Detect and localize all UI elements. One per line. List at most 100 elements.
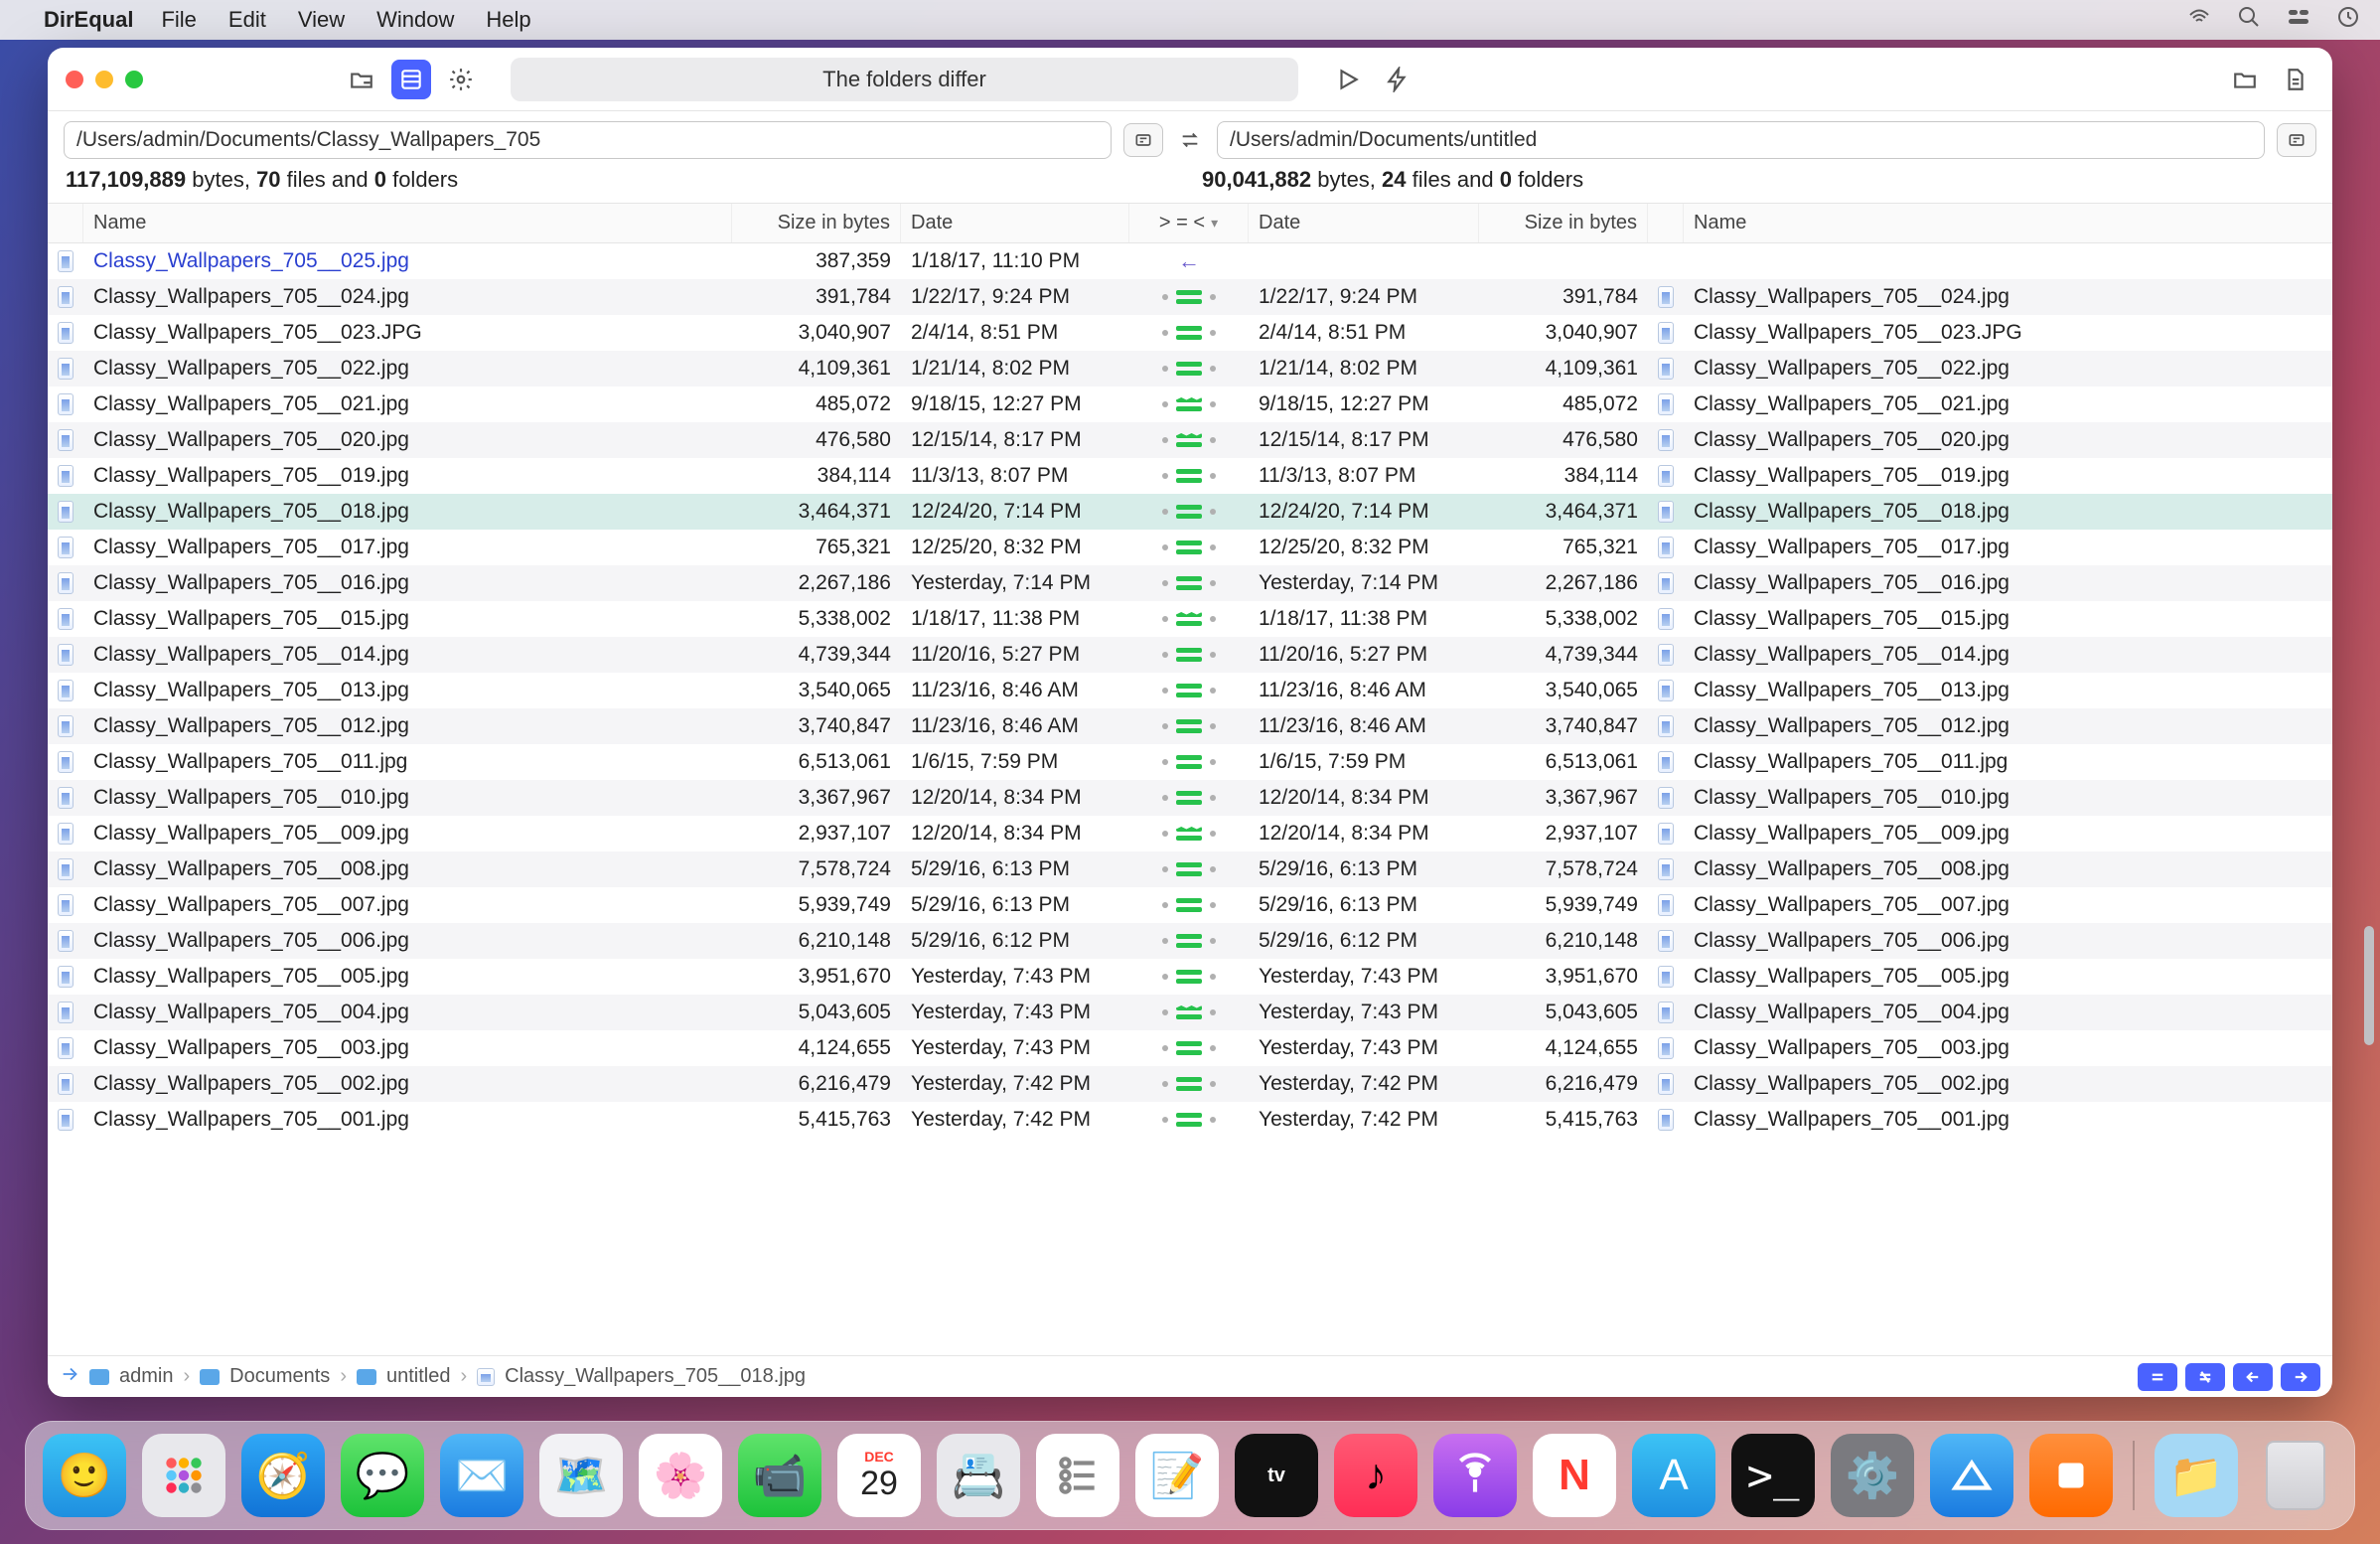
dock-app-2[interactable] [2029, 1434, 2113, 1517]
table-row[interactable]: Classy_Wallpapers_705__009.jpg2,937,1071… [48, 816, 2332, 851]
right-date: 12/20/14, 8:34 PM [1259, 786, 1429, 810]
swap-paths-button[interactable] [1175, 129, 1205, 151]
table-row[interactable]: Classy_Wallpapers_705__011.jpg6,513,0611… [48, 744, 2332, 780]
table-row[interactable]: Classy_Wallpapers_705__002.jpg6,216,479Y… [48, 1066, 2332, 1102]
table-row[interactable]: Classy_Wallpapers_705__017.jpg765,32112/… [48, 530, 2332, 565]
dock-terminal[interactable]: >_ [1731, 1434, 1815, 1517]
scrollbar[interactable] [2362, 298, 2376, 1345]
right-path-input[interactable] [1217, 121, 2265, 159]
sync-diff-button[interactable] [2185, 1363, 2225, 1391]
dock-downloads[interactable]: 📁 [2155, 1434, 2238, 1517]
table-row[interactable]: Classy_Wallpapers_705__010.jpg3,367,9671… [48, 780, 2332, 816]
table-row[interactable]: Classy_Wallpapers_705__015.jpg5,338,0021… [48, 601, 2332, 637]
sync-equal-button[interactable] [2138, 1363, 2177, 1391]
table-row[interactable]: Classy_Wallpapers_705__012.jpg3,740,8471… [48, 708, 2332, 744]
dock-photos[interactable]: 🌸 [639, 1434, 722, 1517]
dot-icon [1210, 366, 1216, 372]
table-row[interactable]: Classy_Wallpapers_705__004.jpg5,043,605Y… [48, 995, 2332, 1030]
table-row[interactable]: Classy_Wallpapers_705__003.jpg4,124,655Y… [48, 1030, 2332, 1066]
list-mode-button[interactable] [391, 60, 431, 99]
dock-safari[interactable]: 🧭 [241, 1434, 325, 1517]
table-row[interactable]: Classy_Wallpapers_705__001.jpg5,415,763Y… [48, 1102, 2332, 1138]
table-row[interactable]: Classy_Wallpapers_705__021.jpg485,0729/1… [48, 386, 2332, 422]
left-browse-button[interactable] [1123, 123, 1163, 157]
document-button[interactable] [2275, 60, 2314, 99]
dock-app-1[interactable] [1930, 1434, 2013, 1517]
header-right-date[interactable]: Date [1249, 204, 1479, 242]
right-browse-button[interactable] [2277, 123, 2316, 157]
header-right-name[interactable]: Name [1684, 204, 2332, 242]
left-filename: Classy_Wallpapers_705__008.jpg [93, 857, 409, 881]
dock-calendar[interactable]: DEC 29 [837, 1434, 921, 1517]
header-left-size[interactable]: Size in bytes [732, 204, 901, 242]
menu-help[interactable]: Help [486, 7, 530, 33]
left-path-input[interactable] [64, 121, 1112, 159]
dock-music[interactable]: ♪ [1334, 1434, 1417, 1517]
file-table-body[interactable]: Classy_Wallpapers_705__025.jpg387,3591/1… [48, 243, 2332, 1355]
dot-icon [1162, 723, 1168, 729]
left-size: 6,210,148 [742, 929, 891, 953]
dock-appstore[interactable]: A [1632, 1434, 1715, 1517]
dock-podcasts[interactable] [1433, 1434, 1517, 1517]
spotlight-icon[interactable] [2237, 5, 2261, 35]
table-row[interactable]: Classy_Wallpapers_705__013.jpg3,540,0651… [48, 673, 2332, 708]
dock-notes[interactable]: 📝 [1135, 1434, 1219, 1517]
app-name[interactable]: DirEqual [44, 7, 133, 33]
clock-icon[interactable] [2336, 5, 2360, 35]
table-row[interactable]: Classy_Wallpapers_705__016.jpg2,267,186Y… [48, 565, 2332, 601]
dock-tv[interactable]: tv [1235, 1434, 1318, 1517]
right-size: 384,114 [1489, 464, 1638, 488]
dock-trash[interactable] [2254, 1434, 2337, 1517]
menu-window[interactable]: Window [376, 7, 454, 33]
open-folder-button[interactable] [2225, 60, 2265, 99]
dock-facetime[interactable]: 📹 [738, 1434, 821, 1517]
run-button[interactable] [1328, 60, 1368, 99]
header-left-name[interactable]: Name [83, 204, 732, 242]
right-filename: Classy_Wallpapers_705__003.jpg [1694, 1036, 2009, 1060]
close-button[interactable] [66, 71, 83, 88]
left-size: 3,740,847 [742, 714, 891, 738]
control-center-icon[interactable] [2287, 5, 2310, 35]
folder-mode-button[interactable] [342, 60, 381, 99]
copy-right-button[interactable] [2281, 1363, 2320, 1391]
dock-messages[interactable]: 💬 [341, 1434, 424, 1517]
header-left-date[interactable]: Date [901, 204, 1129, 242]
minimize-button[interactable] [95, 71, 113, 88]
table-row[interactable]: Classy_Wallpapers_705__019.jpg384,11411/… [48, 458, 2332, 494]
menu-view[interactable]: View [298, 7, 345, 33]
equal-icon [1176, 862, 1202, 876]
dock-contacts[interactable]: 📇 [937, 1434, 1020, 1517]
dot-icon [1162, 330, 1168, 336]
left-filename: Classy_Wallpapers_705__002.jpg [93, 1072, 409, 1096]
left-size: 2,937,107 [742, 822, 891, 846]
table-row[interactable]: Classy_Wallpapers_705__025.jpg387,3591/1… [48, 243, 2332, 279]
table-row[interactable]: Classy_Wallpapers_705__022.jpg4,109,3611… [48, 351, 2332, 386]
table-row[interactable]: Classy_Wallpapers_705__020.jpg476,58012/… [48, 422, 2332, 458]
zoom-button[interactable] [125, 71, 143, 88]
settings-button[interactable] [441, 60, 481, 99]
menu-edit[interactable]: Edit [228, 7, 266, 33]
table-row[interactable]: Classy_Wallpapers_705__014.jpg4,739,3441… [48, 637, 2332, 673]
menu-file[interactable]: File [161, 7, 196, 33]
breadcrumb[interactable]: admin› Documents› untitled› Classy_Wallp… [89, 1365, 806, 1388]
table-row[interactable]: Classy_Wallpapers_705__005.jpg3,951,670Y… [48, 959, 2332, 995]
copy-left-button[interactable] [2233, 1363, 2273, 1391]
table-row[interactable]: Classy_Wallpapers_705__006.jpg6,210,1485… [48, 923, 2332, 959]
table-row[interactable]: Classy_Wallpapers_705__007.jpg5,939,7495… [48, 887, 2332, 923]
dock-finder[interactable]: 🙂 [43, 1434, 126, 1517]
table-row[interactable]: Classy_Wallpapers_705__024.jpg391,7841/2… [48, 279, 2332, 315]
reveal-icon[interactable] [60, 1363, 81, 1391]
header-right-size[interactable]: Size in bytes [1479, 204, 1648, 242]
dock-news[interactable]: N [1533, 1434, 1616, 1517]
dock-maps[interactable]: 🗺️ [539, 1434, 623, 1517]
table-row[interactable]: Classy_Wallpapers_705__023.JPG3,040,9072… [48, 315, 2332, 351]
table-row[interactable]: Classy_Wallpapers_705__008.jpg7,578,7245… [48, 851, 2332, 887]
dock-mail[interactable]: ✉️ [440, 1434, 523, 1517]
wifi-icon[interactable] [2187, 5, 2211, 35]
dock-launchpad[interactable] [142, 1434, 225, 1517]
action-button[interactable] [1378, 60, 1417, 99]
dock-reminders[interactable] [1036, 1434, 1119, 1517]
dock-settings[interactable]: ⚙️ [1831, 1434, 1914, 1517]
header-compare[interactable]: > = <▾ [1129, 204, 1249, 242]
table-row[interactable]: Classy_Wallpapers_705__018.jpg3,464,3711… [48, 494, 2332, 530]
